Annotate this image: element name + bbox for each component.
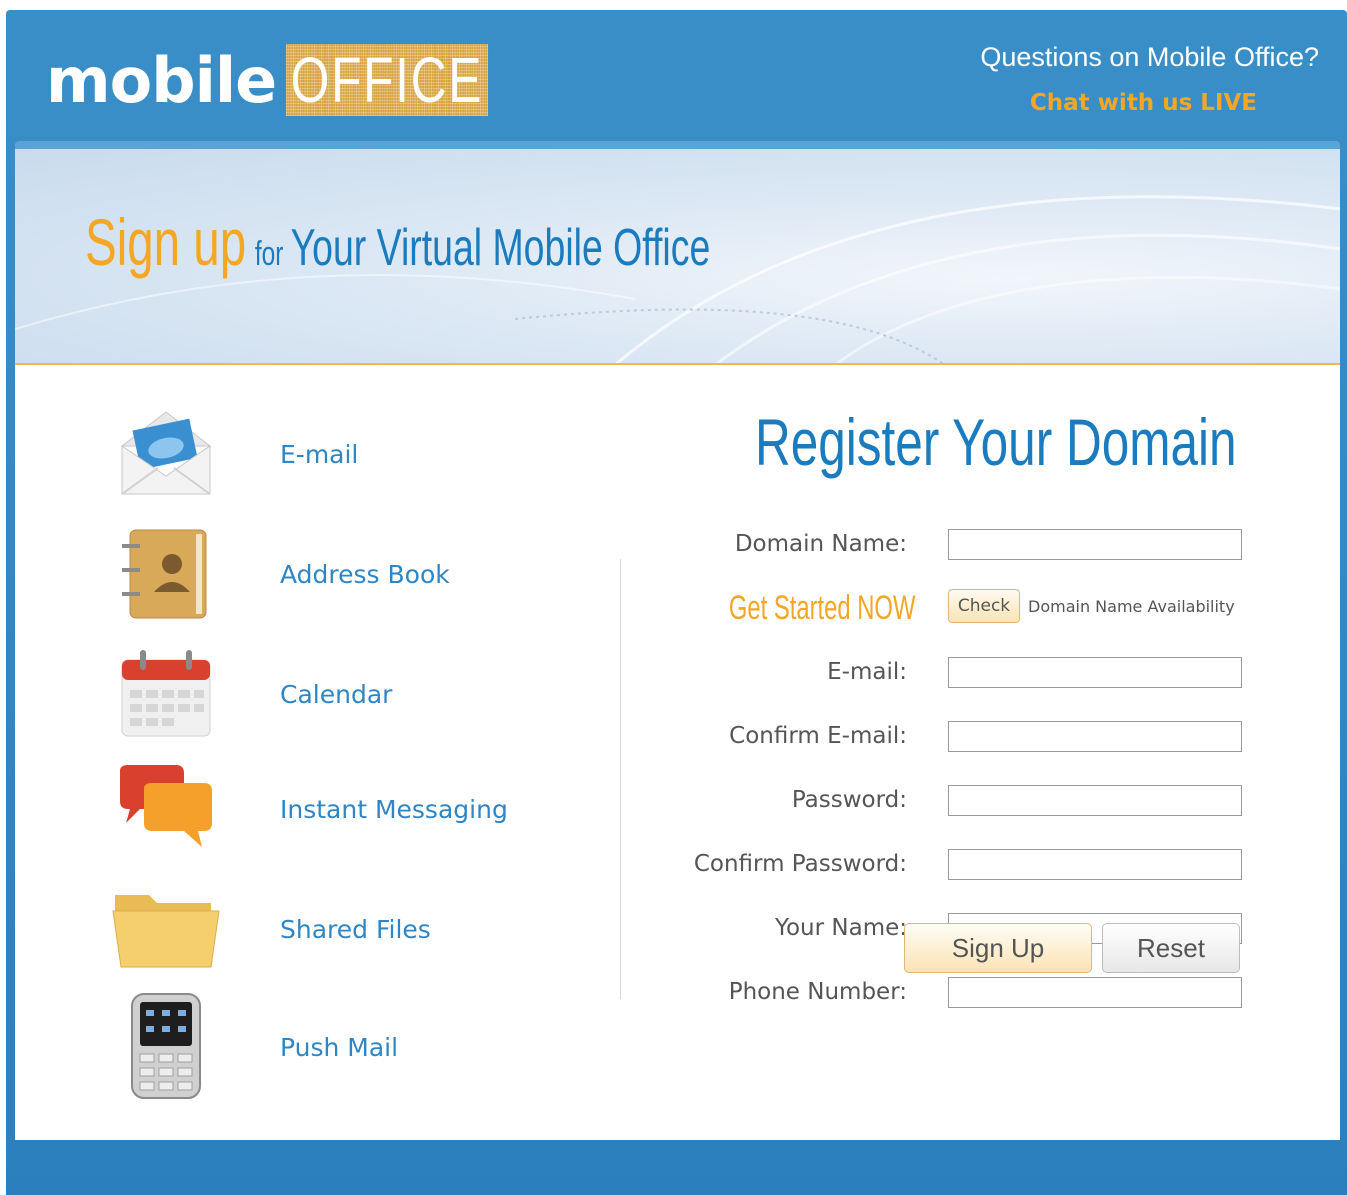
feature-label: Push Mail xyxy=(280,1032,399,1062)
feature-label: Instant Messaging xyxy=(280,794,508,824)
confirm-email-label: Confirm E-mail: xyxy=(729,723,907,749)
signup-headline: Sign up for Your Virtual Mobile Office xyxy=(85,204,710,280)
email-row: E-mail: xyxy=(615,655,1265,695)
reset-button[interactable]: Reset xyxy=(1102,923,1240,973)
calendar-icon xyxy=(110,644,222,744)
confirm-email-row: Confirm E-mail: xyxy=(615,719,1265,759)
confirm-password-row: Confirm Password: xyxy=(615,847,1265,887)
mobile-phone-icon xyxy=(110,993,222,1099)
domain-name-input[interactable] xyxy=(948,529,1242,560)
logo-office-text: OFFICE xyxy=(286,44,488,116)
questions-text: Questions on Mobile Office? xyxy=(980,42,1319,72)
email-label: E-mail: xyxy=(827,659,907,685)
feature-shared-files[interactable]: Shared Files xyxy=(110,874,590,984)
feature-push-mail[interactable]: Push Mail xyxy=(110,992,590,1102)
confirm-password-label: Confirm Password: xyxy=(693,851,907,877)
feature-instant-messaging[interactable]: Instant Messaging xyxy=(110,754,590,864)
feature-email[interactable]: E-mail xyxy=(110,399,590,509)
domain-name-label: Domain Name: xyxy=(734,531,907,557)
register-title: Register Your Domain xyxy=(755,405,1237,479)
headline-rest: Your Virtual Mobile Office xyxy=(290,219,711,277)
your-name-label: Your Name: xyxy=(774,915,907,941)
phone-number-row: Phone Number: xyxy=(615,975,1265,1015)
chat-live-link[interactable]: Chat with us LIVE xyxy=(1030,90,1257,116)
headline-for: for xyxy=(254,235,284,273)
domain-name-row: Domain Name: xyxy=(615,527,1265,567)
address-book-icon xyxy=(110,524,222,624)
feature-label: Address Book xyxy=(280,559,450,589)
feature-label: E-mail xyxy=(280,439,359,469)
domain-check-row: Get Started NOW Check Domain Name Availa… xyxy=(615,589,1265,629)
check-button[interactable]: Check xyxy=(948,589,1020,623)
logo-mobile-text: mobile xyxy=(46,43,277,117)
feature-calendar[interactable]: Calendar xyxy=(110,639,590,749)
logo[interactable]: mobile OFFICE xyxy=(46,40,545,120)
feature-label: Calendar xyxy=(280,679,393,709)
headline-sign-up: Sign up xyxy=(85,205,247,279)
confirm-password-input[interactable] xyxy=(948,849,1242,880)
feature-label: Shared Files xyxy=(280,914,431,944)
page-frame: mobile OFFICE Questions on Mobile Office… xyxy=(6,10,1347,1195)
confirm-email-input[interactable] xyxy=(948,721,1242,752)
folder-icon xyxy=(110,879,222,979)
feature-address-book[interactable]: Address Book xyxy=(110,519,590,629)
chat-bubbles-icon xyxy=(110,759,222,859)
password-row: Password: xyxy=(615,783,1265,823)
password-input[interactable] xyxy=(948,785,1242,816)
envelope-icon xyxy=(110,404,222,504)
email-input[interactable] xyxy=(948,657,1242,688)
password-label: Password: xyxy=(791,787,907,813)
sign-up-button[interactable]: Sign Up xyxy=(904,923,1092,973)
get-started-text: Get Started NOW xyxy=(728,589,915,627)
phone-number-label: Phone Number: xyxy=(728,979,907,1005)
signup-banner: Sign up for Your Virtual Mobile Office xyxy=(15,149,1340,365)
phone-number-input[interactable] xyxy=(948,977,1242,1008)
availability-text: Domain Name Availability xyxy=(1028,597,1235,616)
content-panel: Sign up for Your Virtual Mobile Office E-m… xyxy=(15,141,1340,1140)
